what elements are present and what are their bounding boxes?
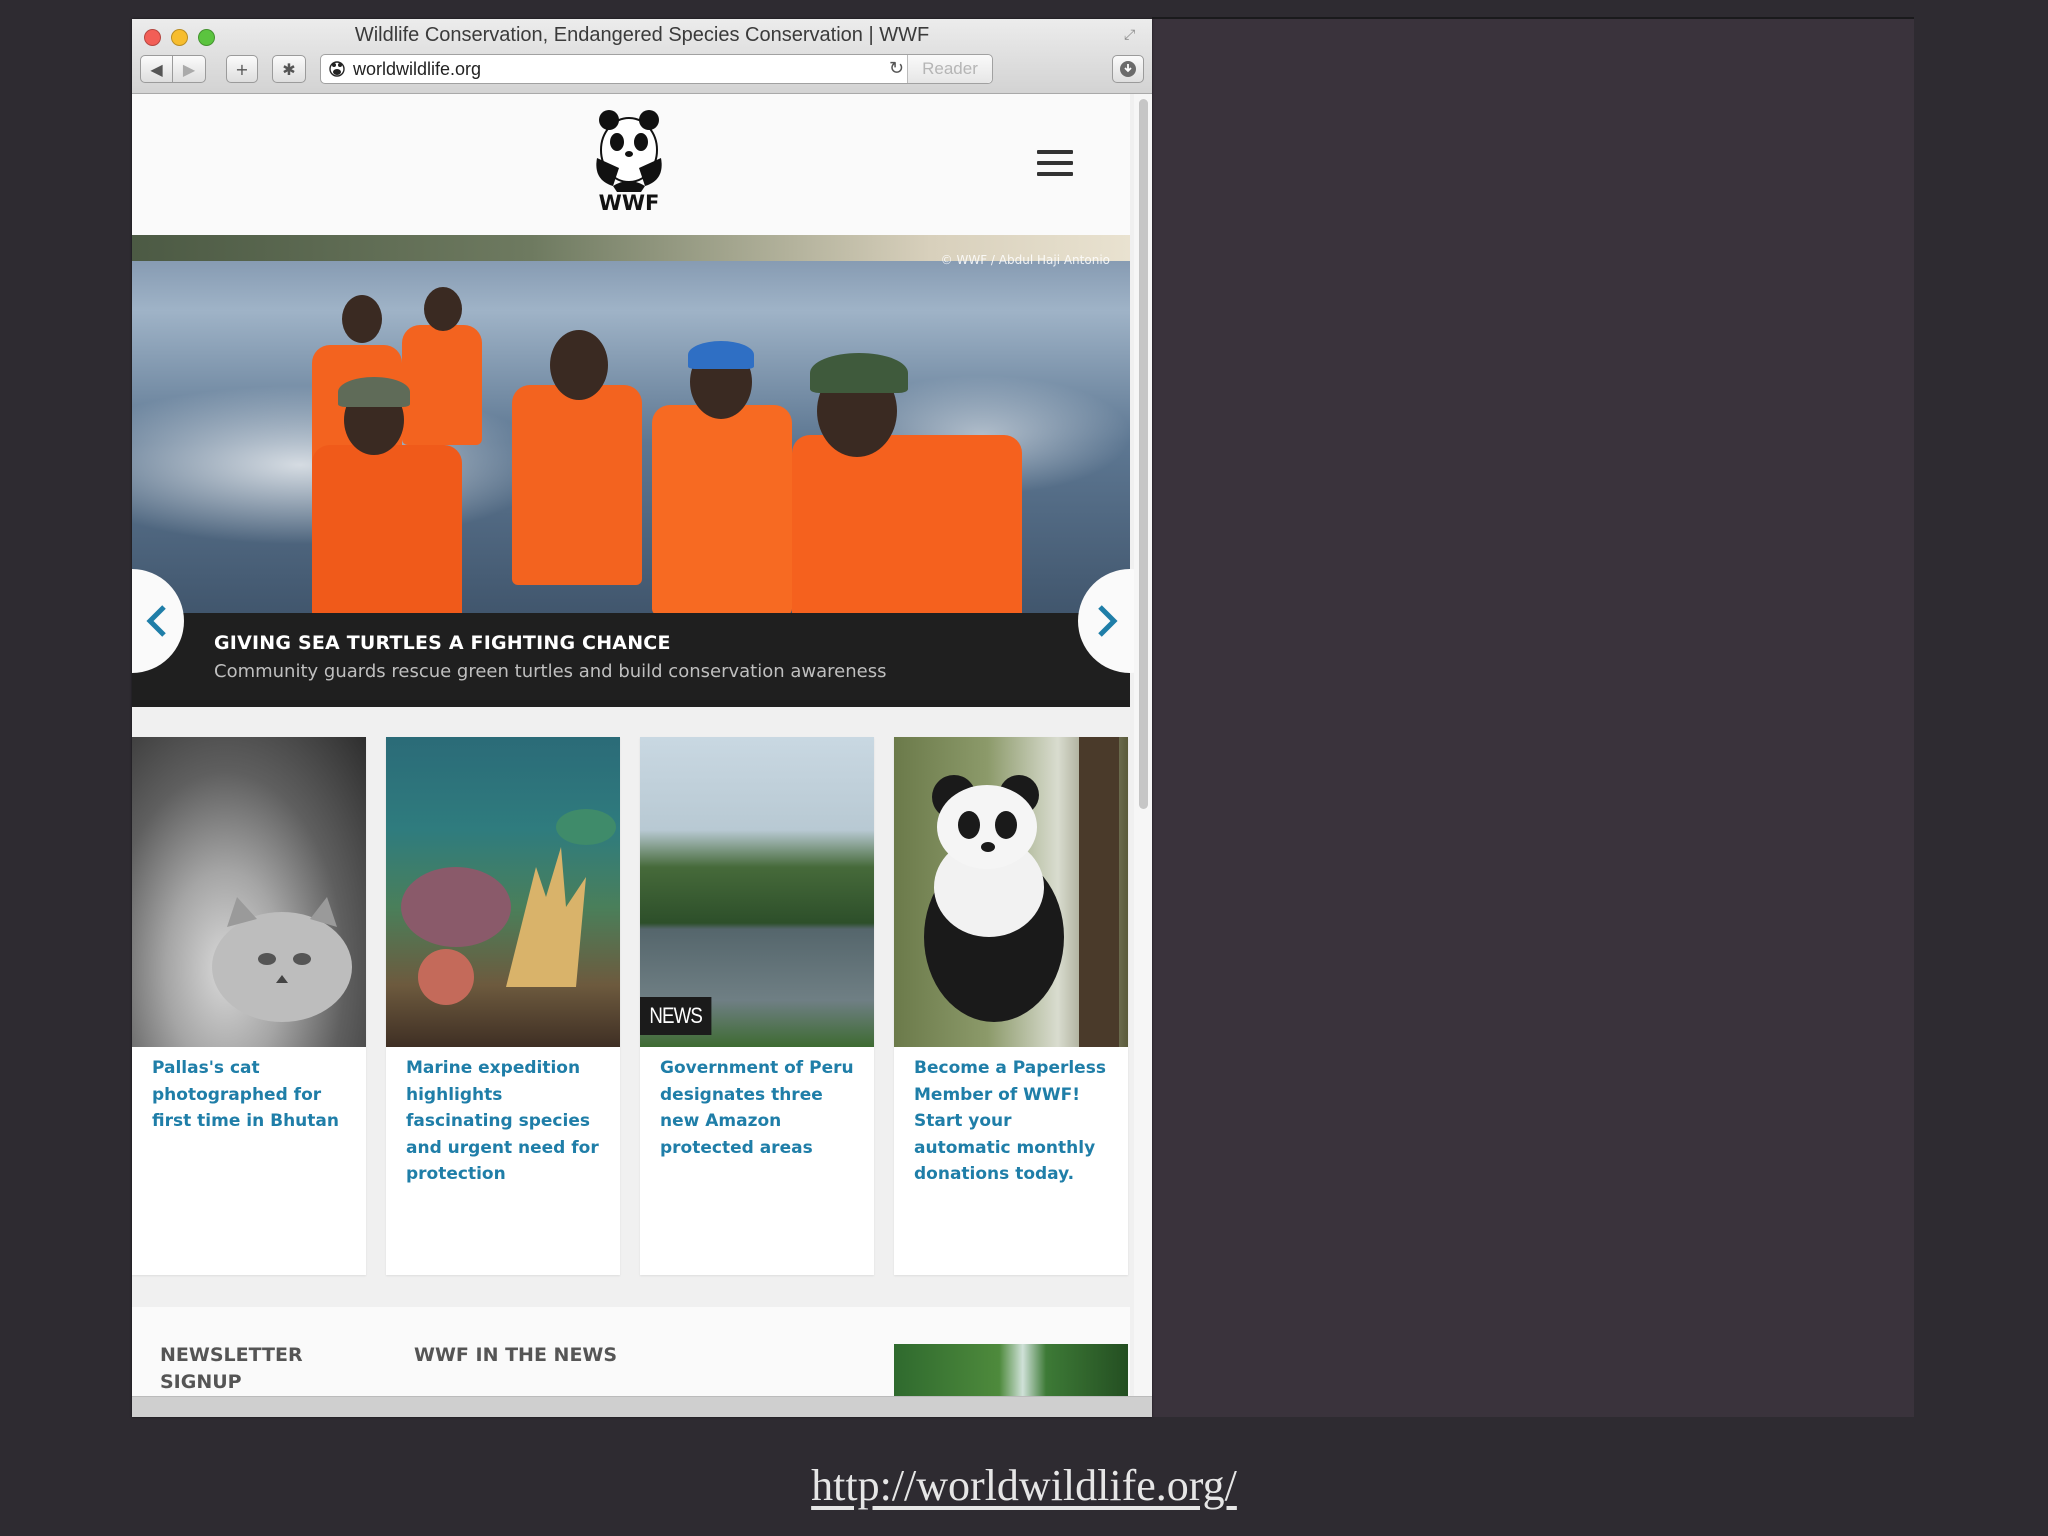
wwf-logo-text: WWF [599,191,660,212]
pallas-cat-face [212,897,352,1022]
extensions-button[interactable]: ✱ [272,55,306,83]
back-arrow-icon: ◀ [150,59,163,79]
new-tab-button[interactable]: + [226,55,258,83]
window-title: Wildlife Conservation, Endangered Specie… [354,24,930,46]
hamburger-menu-icon[interactable] [1037,150,1073,182]
person-head [342,295,382,343]
hero-caption-subtitle: Community guards rescue green turtles an… [214,661,887,682]
slide-url-caption[interactable]: http://worldwildlife.org/ [0,1460,2048,1511]
puzzle-icon: ✱ [282,59,296,79]
story-card[interactable]: Pallas's cat photographed for first time… [132,737,366,1275]
browser-window: Wildlife Conservation, Endangered Specie… [132,19,1152,1417]
story-card-text[interactable]: Government of Peru designates three new … [660,1055,860,1161]
hero-slide-image: © WWF / Abdul Haji Antonio [132,235,1130,613]
download-icon [1120,61,1136,77]
plus-icon: + [235,59,249,79]
story-card[interactable]: Become a Paperless Member of WWF! Start … [894,737,1128,1275]
site-header: WWF [132,94,1130,235]
person-vest [402,325,482,445]
address-text: worldwildlife.org [353,59,482,79]
waterfall-thumbnail[interactable] [894,1344,1128,1396]
hero-caption-title[interactable]: GIVING SEA TURTLES A FIGHTING CHANCE [214,632,671,654]
story-card-text[interactable]: Become a Paperless Member of WWF! Start … [914,1055,1114,1188]
newsletter-signup-heading[interactable]: NEWSLETTER SIGNUP [160,1342,340,1396]
person-head [424,287,462,331]
person-hat [338,377,410,407]
downloads-button[interactable] [1112,55,1144,83]
wwf-panda-logo[interactable]: WWF [589,106,669,212]
news-badge: NEWS [640,997,712,1035]
story-card[interactable]: Marine expedition highlights fascinating… [386,737,620,1275]
web-viewport: WWF © WWF / Abdul Haji Antonio GIVING SE… [132,94,1152,1396]
amazon-river-image[interactable]: NEWS [640,737,874,1047]
address-area: worldwildlife.org ↻ Reader [306,54,1098,84]
backdrop-panel [1152,19,1914,1417]
vertical-scroll-thumb[interactable] [1139,99,1148,809]
back-button[interactable]: ◀ [140,55,173,83]
horizontal-scrollbar[interactable] [132,1396,1152,1417]
coral-reef-image[interactable] [386,737,620,1047]
pallas-cat-image[interactable] [132,737,366,1047]
story-card-text[interactable]: Marine expedition highlights fascinating… [406,1055,606,1188]
fullscreen-icon[interactable]: ⤢ [1124,27,1142,45]
panda-illustration [924,737,1119,1047]
browser-toolbar: ◀ ▶ + ✱ worldwildlife.org ↻ Reader [140,53,1144,85]
person-vest [652,405,792,613]
chevron-left-icon [146,605,166,637]
browser-titlebar: Wildlife Conservation, Endangered Specie… [132,19,1152,94]
wwf-in-the-news-heading: WWF IN THE NEWS [414,1344,618,1366]
person-vest [312,445,462,613]
photo-credit: © WWF / Abdul Haji Antonio [940,253,1110,267]
person-vest [512,385,642,585]
person-cap [688,341,754,369]
hero-caption-bar[interactable]: GIVING SEA TURTLES A FIGHTING CHANCE Com… [132,613,1130,707]
forward-button[interactable]: ▶ [173,55,206,83]
person-head [550,330,608,400]
history-buttons: ◀ ▶ [140,55,206,83]
reader-button[interactable]: Reader [907,55,992,83]
coral-shapes [401,809,616,1005]
story-card-text[interactable]: Pallas's cat photographed for first time… [152,1055,352,1135]
wwf-favicon-icon [329,61,345,77]
panda-image[interactable] [894,737,1128,1047]
reload-icon[interactable]: ↻ [889,58,904,79]
address-bar[interactable]: worldwildlife.org ↻ Reader [320,54,993,84]
person-cap [810,353,908,393]
forward-arrow-icon: ▶ [182,59,196,79]
person-vest [792,435,1022,613]
chevron-right-icon [1098,605,1118,637]
bottom-section: NEWSLETTER SIGNUP WWF IN THE NEWS [132,1307,1130,1396]
story-card[interactable]: NEWS Government of Peru designates three… [640,737,874,1275]
